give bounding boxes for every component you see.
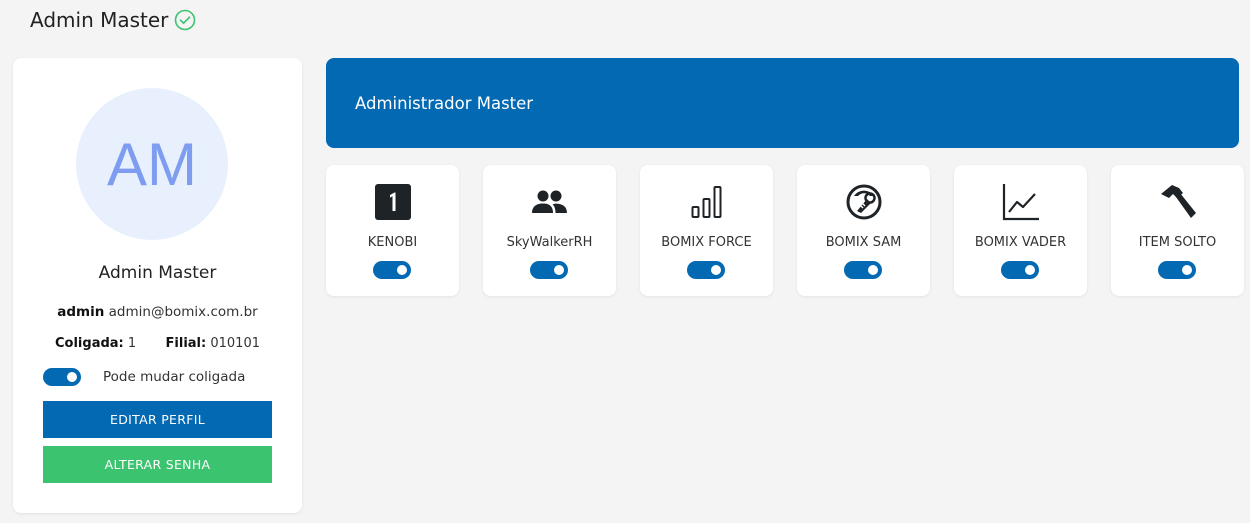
profile-user-info: admin admin@bomix.com.br bbox=[13, 304, 302, 320]
profile-username: admin bbox=[57, 304, 105, 320]
coligada-value: 1 bbox=[127, 336, 137, 351]
role-title: Administrador Master bbox=[355, 93, 534, 113]
coligada-info: Coligada: 1 bbox=[55, 336, 136, 351]
profile-meta: Coligada: 1 Filial: 010101 bbox=[55, 336, 260, 351]
profile-email: admin@bomix.com.br bbox=[108, 304, 258, 320]
profile-name: Admin Master bbox=[98, 263, 217, 283]
profile-card: AM Admin Master admin admin@bomix.com.br… bbox=[13, 58, 302, 513]
change-coligada-toggle[interactable] bbox=[43, 368, 81, 386]
people-icon bbox=[531, 183, 569, 221]
module-toggle-skywalkerrh[interactable] bbox=[530, 261, 568, 279]
module-toggle-bomix-force[interactable] bbox=[687, 261, 725, 279]
page-title: Admin Master bbox=[30, 8, 169, 32]
module-card-bomix-vader: BOMIX VADER bbox=[954, 165, 1087, 296]
module-card-skywalkerrh: SkyWalkerRH bbox=[483, 165, 616, 296]
change-coligada-label: Pode mudar coligada bbox=[103, 369, 246, 385]
module-label: ITEM SOLTO bbox=[1138, 235, 1217, 250]
filial-value: 010101 bbox=[210, 336, 260, 351]
module-label: BOMIX SAM bbox=[825, 235, 902, 250]
edit-profile-button[interactable]: EDITAR PERFIL bbox=[43, 401, 272, 438]
modules-list: KENOBI SkyWalkerRH BOMIX FORCE BOMIX SAM… bbox=[326, 165, 1244, 296]
module-toggle-bomix-sam[interactable] bbox=[844, 261, 882, 279]
avatar: AM bbox=[76, 88, 228, 240]
module-label: BOMIX VADER bbox=[974, 235, 1067, 250]
check-circle-icon bbox=[174, 9, 196, 31]
module-toggle-item-solto[interactable] bbox=[1158, 261, 1196, 279]
change-coligada-row: Pode mudar coligada bbox=[43, 368, 245, 386]
module-label: KENOBI bbox=[367, 235, 418, 250]
module-card-bomix-force: BOMIX FORCE bbox=[640, 165, 773, 296]
line-chart-icon bbox=[1002, 183, 1040, 221]
module-label: SkyWalkerRH bbox=[506, 235, 593, 250]
wrench-circle-icon bbox=[845, 183, 883, 221]
module-card-item-solto: ITEM SOLTO bbox=[1111, 165, 1244, 296]
role-banner: Administrador Master bbox=[326, 58, 1239, 148]
hammer-icon bbox=[1159, 183, 1197, 221]
number-one-icon bbox=[374, 183, 412, 221]
module-toggle-kenobi[interactable] bbox=[373, 261, 411, 279]
filial-label: Filial: bbox=[165, 336, 207, 351]
change-password-button[interactable]: ALTERAR SENHA bbox=[43, 446, 272, 483]
filial-info: Filial: 010101 bbox=[166, 336, 260, 351]
page-header: Admin Master bbox=[30, 8, 196, 32]
module-toggle-bomix-vader[interactable] bbox=[1001, 261, 1039, 279]
coligada-label: Coligada: bbox=[55, 336, 124, 351]
module-card-bomix-sam: BOMIX SAM bbox=[797, 165, 930, 296]
module-card-kenobi: KENOBI bbox=[326, 165, 459, 296]
bar-chart-icon bbox=[688, 183, 726, 221]
module-label: BOMIX FORCE bbox=[661, 235, 752, 250]
